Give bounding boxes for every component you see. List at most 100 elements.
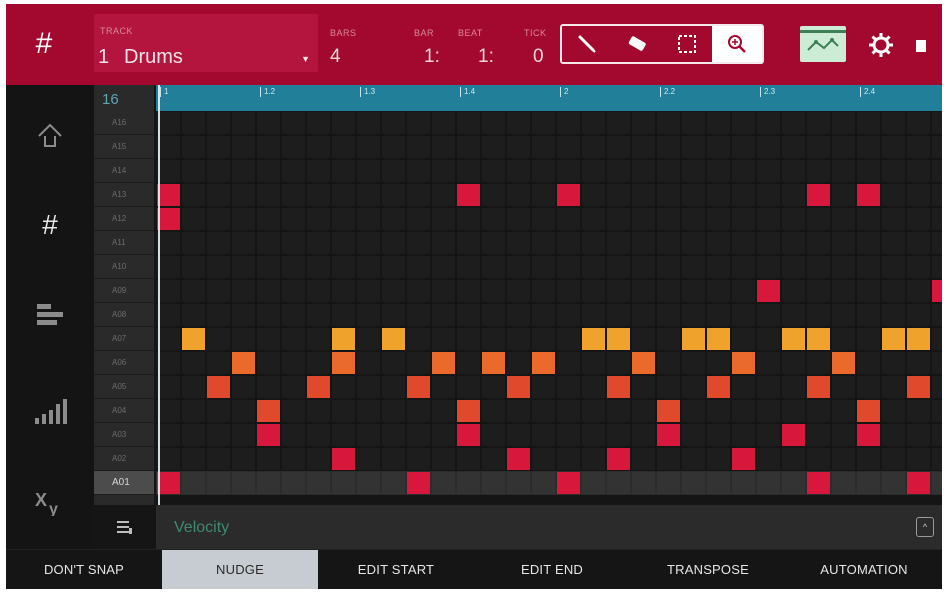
note-a07[interactable] — [607, 328, 630, 350]
grid-cell[interactable] — [682, 208, 705, 230]
grid-cell[interactable] — [882, 208, 905, 230]
grid-cell[interactable] — [682, 232, 705, 254]
grid-cell[interactable] — [757, 472, 780, 494]
grid-cell[interactable] — [232, 472, 255, 494]
grid-cell[interactable] — [682, 160, 705, 182]
grid-cell[interactable] — [532, 160, 555, 182]
grid-cell[interactable] — [607, 160, 630, 182]
grid-cell[interactable] — [657, 472, 680, 494]
grid-cell[interactable] — [182, 352, 205, 374]
grid-cell[interactable] — [932, 112, 942, 134]
grid-cell[interactable] — [657, 256, 680, 278]
grid-cell[interactable] — [382, 376, 405, 398]
velocity-bars-icon[interactable] — [32, 393, 68, 429]
note-a13[interactable] — [457, 184, 480, 206]
grid-cell[interactable] — [832, 304, 855, 326]
grid-cell[interactable] — [657, 112, 680, 134]
note-a12[interactable] — [157, 208, 180, 230]
grid-cell[interactable] — [507, 424, 530, 446]
grid-cell[interactable] — [932, 208, 942, 230]
grid-cell[interactable] — [157, 448, 180, 470]
grid-cell[interactable] — [207, 184, 230, 206]
grid-cell[interactable] — [307, 352, 330, 374]
note-a13[interactable] — [157, 184, 180, 206]
grid-cell[interactable] — [682, 424, 705, 446]
note-a07[interactable] — [682, 328, 705, 350]
grid-cell[interactable] — [757, 376, 780, 398]
note-a03[interactable] — [857, 424, 880, 446]
edit-end-button[interactable]: EDIT END — [474, 550, 630, 589]
grid-cell[interactable] — [857, 232, 880, 254]
grid-cell[interactable] — [282, 472, 305, 494]
grid-cell[interactable] — [432, 232, 455, 254]
pad-label-a10[interactable]: A10 — [94, 255, 154, 279]
grid-cell[interactable] — [932, 232, 942, 254]
grid-cell[interactable] — [557, 424, 580, 446]
grid-cell[interactable] — [482, 280, 505, 302]
grid-cell[interactable] — [282, 208, 305, 230]
grid-cell[interactable] — [907, 352, 930, 374]
grid-cell[interactable] — [382, 184, 405, 206]
gear-icon[interactable] — [866, 30, 896, 60]
pad-label-a09[interactable]: A09 — [94, 279, 154, 303]
grid-cell[interactable] — [457, 352, 480, 374]
grid-cell[interactable] — [707, 352, 730, 374]
grid-cell[interactable] — [232, 424, 255, 446]
grid-cell[interactable] — [282, 328, 305, 350]
grid-cell[interactable] — [532, 256, 555, 278]
grid-cell[interactable] — [332, 304, 355, 326]
grid-cell[interactable] — [232, 376, 255, 398]
grid-cell[interactable] — [607, 136, 630, 158]
grid-cell[interactable] — [482, 184, 505, 206]
grid-cell[interactable] — [932, 328, 942, 350]
grid-cell[interactable] — [407, 304, 430, 326]
grid-cell[interactable] — [632, 448, 655, 470]
grid-cell[interactable] — [832, 232, 855, 254]
grid-cell[interactable] — [832, 208, 855, 230]
grid-cell[interactable] — [357, 400, 380, 422]
grid-cell[interactable] — [857, 328, 880, 350]
grid-cell[interactable] — [507, 184, 530, 206]
grid-cell[interactable] — [832, 400, 855, 422]
grid-cell[interactable] — [832, 376, 855, 398]
grid-cell[interactable] — [457, 208, 480, 230]
grid-cell[interactable] — [932, 448, 942, 470]
grid-cell[interactable] — [282, 232, 305, 254]
grid-cell[interactable] — [632, 328, 655, 350]
grid-cell[interactable] — [457, 376, 480, 398]
grid-cell[interactable] — [357, 376, 380, 398]
note-a09[interactable] — [932, 280, 942, 302]
grid-cell[interactable] — [157, 304, 180, 326]
grid-cell[interactable] — [882, 184, 905, 206]
grid-cell[interactable] — [857, 304, 880, 326]
grid-cell[interactable] — [732, 400, 755, 422]
grid-cell[interactable] — [632, 136, 655, 158]
grid-cell[interactable] — [832, 424, 855, 446]
note-a01[interactable] — [557, 472, 580, 494]
grid-cell[interactable] — [307, 280, 330, 302]
grid-cell[interactable] — [932, 472, 942, 494]
grid-cell[interactable] — [482, 400, 505, 422]
grid-cell[interactable] — [382, 352, 405, 374]
grid-cell[interactable] — [507, 472, 530, 494]
grid-cell[interactable] — [882, 472, 905, 494]
grid-cell[interactable] — [757, 112, 780, 134]
grid-cell[interactable] — [157, 160, 180, 182]
grid-cell[interactable] — [407, 280, 430, 302]
grid-cell[interactable] — [482, 160, 505, 182]
grid-cell[interactable] — [507, 304, 530, 326]
grid-cell[interactable] — [332, 136, 355, 158]
pad-label-a02[interactable]: A02 — [94, 447, 154, 471]
grid-cell[interactable] — [282, 424, 305, 446]
grid-cell[interactable] — [282, 136, 305, 158]
grid-cell[interactable] — [207, 136, 230, 158]
grid-cell[interactable] — [732, 256, 755, 278]
grid-cell[interactable] — [932, 304, 942, 326]
grid-cell[interactable] — [682, 184, 705, 206]
grid-cell[interactable] — [432, 304, 455, 326]
grid-cell[interactable] — [382, 112, 405, 134]
grid-cell[interactable] — [257, 280, 280, 302]
grid-cell[interactable] — [357, 160, 380, 182]
grid-cell[interactable] — [757, 136, 780, 158]
grid-cell[interactable] — [232, 256, 255, 278]
